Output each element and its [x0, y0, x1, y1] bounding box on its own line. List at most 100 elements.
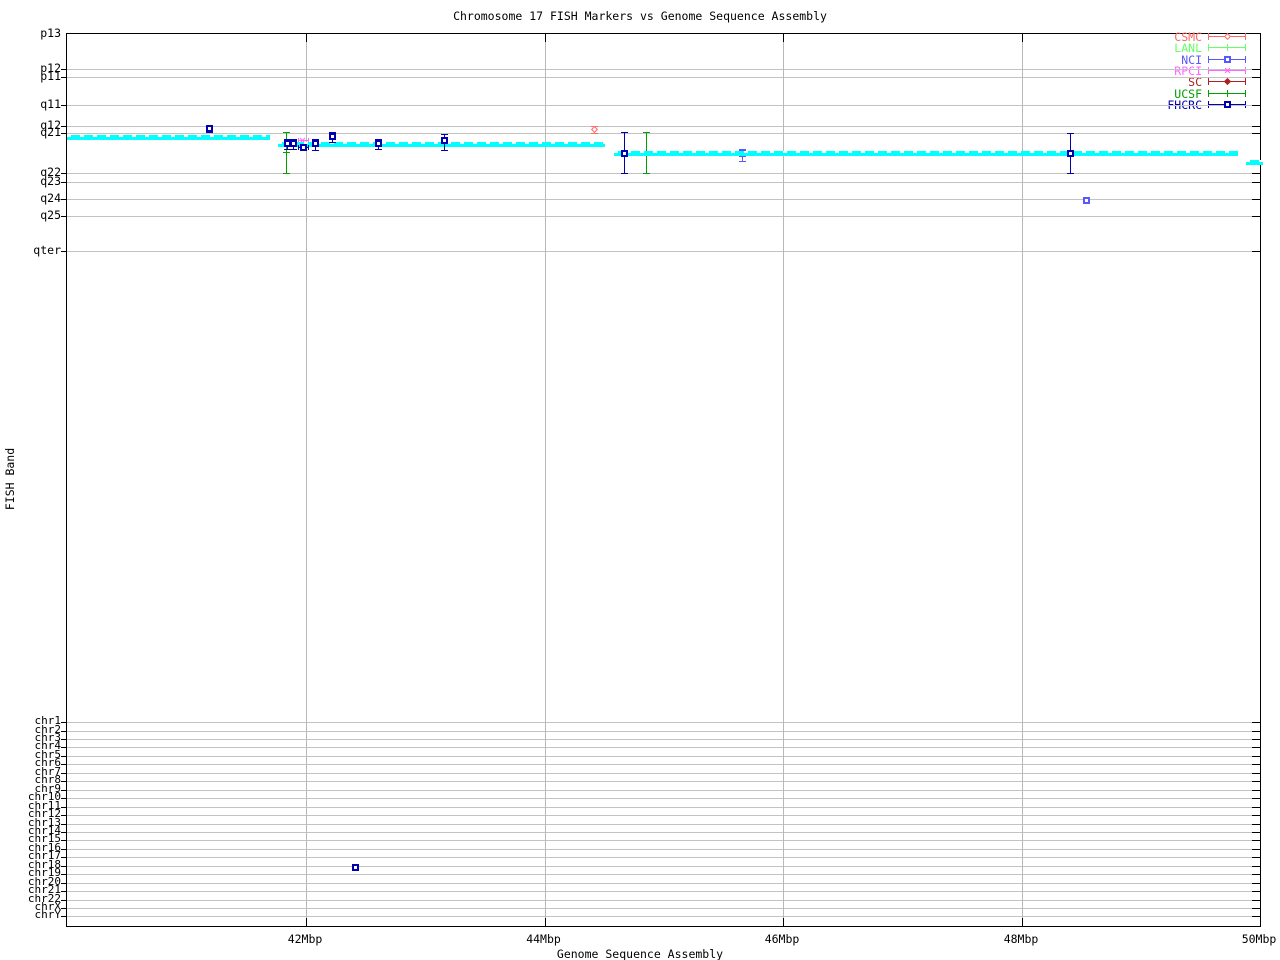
axis-tick-right — [1252, 798, 1260, 800]
axis-tick-left — [61, 199, 67, 200]
axis-tick-left — [61, 181, 67, 183]
axis-tick-top — [1260, 34, 1261, 42]
gridline-horizontal — [67, 722, 1260, 723]
legend-sample-cap — [1245, 44, 1246, 52]
gridline-horizontal — [67, 755, 1260, 757]
legend-marker-sc — [1223, 78, 1231, 86]
legend-sample-cap — [1208, 89, 1209, 97]
legend-sample-cap — [1245, 89, 1246, 97]
axis-tick-left — [61, 68, 67, 70]
error-bar-cap — [312, 149, 319, 151]
error-bar-cap — [441, 149, 448, 151]
data-point-fhcrc — [375, 140, 382, 147]
data-point-fhcrc — [299, 143, 307, 151]
assembly-track-segment — [67, 135, 270, 140]
gridline-horizontal — [67, 840, 1260, 842]
data-point-nci — [1083, 197, 1090, 204]
axis-tick-bottom — [1022, 918, 1023, 926]
axis-tick-left — [61, 772, 67, 774]
assembly-track-segment — [614, 150, 1238, 156]
y-tick-label: q21 — [40, 125, 61, 139]
y-axis-title: FISH Band — [3, 447, 17, 511]
axis-tick-right — [1252, 874, 1260, 876]
gridline-horizontal — [67, 874, 1260, 876]
error-bar-cap — [375, 148, 382, 150]
data-point-fhcrc — [351, 863, 359, 871]
axis-tick-left — [61, 857, 67, 859]
y-tick-label: q23 — [40, 173, 61, 188]
legend-marker-sample — [1208, 89, 1246, 97]
axis-tick-left — [61, 105, 67, 106]
axis-tick-left — [61, 848, 67, 850]
data-point-fhcrc — [205, 125, 213, 132]
data-point-ucsf-stroke — [282, 151, 290, 153]
gridline-horizontal — [67, 916, 1260, 918]
error-bar-cap — [621, 131, 628, 133]
y-tick-label: q11 — [40, 97, 61, 111]
axis-tick-left — [61, 865, 67, 867]
axis-tick-right — [1252, 815, 1260, 816]
axis-tick-right — [1252, 216, 1260, 217]
legend-sample-cap — [1208, 44, 1209, 52]
axis-tick-left — [61, 747, 67, 749]
data-point-csmc — [590, 125, 599, 134]
axis-tick-right — [1252, 133, 1260, 134]
legend-marker-sample — [1208, 32, 1246, 41]
legend-marker-sample — [1208, 78, 1246, 86]
gridline-horizontal — [67, 899, 1260, 901]
gridline-horizontal — [67, 199, 1260, 200]
error-bar-cap — [1067, 172, 1074, 174]
legend-sample-cap — [1245, 33, 1246, 40]
error-bar-cap — [441, 133, 448, 135]
error-bar-cap — [739, 160, 746, 162]
axis-tick-top — [1022, 34, 1023, 42]
axis-tick-left — [61, 730, 67, 732]
axis-tick-top — [544, 34, 546, 42]
legend-marker-fhcrc — [1223, 100, 1231, 108]
axis-tick-right — [1252, 738, 1260, 740]
data-point-fhcrc — [1067, 150, 1074, 157]
axis-tick-left — [61, 840, 67, 842]
axis-tick-left — [61, 125, 67, 127]
legend-marker-nci — [1223, 55, 1231, 63]
x-axis-title: Genome Sequence Assembly — [556, 947, 724, 960]
axis-tick-left — [61, 133, 67, 134]
gridline-horizontal — [67, 806, 1260, 808]
axis-tick-right — [1252, 181, 1260, 183]
x-tick-label: 44Mbp — [526, 932, 561, 946]
gridline-horizontal — [67, 216, 1260, 217]
axis-tick-left — [61, 899, 67, 901]
axis-tick-right — [1252, 831, 1260, 833]
gridline-horizontal — [67, 77, 1260, 78]
gridline-horizontal — [67, 882, 1260, 884]
y-tick-label: q25 — [40, 208, 61, 222]
data-point-fhcrc — [312, 140, 319, 147]
gridline-vertical — [306, 34, 307, 926]
chart-canvas: Chromosome 17 FISH Markers vs Genome Seq… — [0, 0, 1280, 960]
y-tick-label: p11 — [40, 69, 61, 83]
y-tick-label: qter — [33, 242, 61, 257]
axis-tick-left — [61, 173, 67, 174]
data-point-fhcrc — [328, 133, 336, 140]
axis-tick-top — [783, 34, 784, 42]
gridline-horizontal — [67, 747, 1260, 749]
gridline-vertical — [1022, 34, 1023, 926]
legend-marker-csmc — [1223, 32, 1231, 41]
error-bar-cap — [328, 142, 336, 143]
legend-row: RPCI — [1100, 64, 1260, 82]
assembly-track-segment — [1246, 160, 1263, 165]
legend-sample-cap — [1208, 55, 1209, 63]
axis-tick-left — [61, 789, 67, 791]
error-bar-cap — [642, 132, 650, 133]
axis-tick-right — [1252, 199, 1260, 200]
axis-tick-right — [1252, 908, 1260, 909]
gridline-horizontal — [67, 823, 1260, 825]
x-tick-label: 48Mbp — [1003, 932, 1039, 946]
gridline-horizontal — [67, 891, 1260, 893]
legend-marker-sample — [1208, 66, 1246, 74]
error-bar-cap — [205, 132, 213, 133]
gridline-horizontal — [67, 764, 1260, 766]
axis-tick-left — [61, 738, 67, 740]
gridline-horizontal — [67, 173, 1260, 174]
axis-tick-left — [61, 798, 67, 800]
